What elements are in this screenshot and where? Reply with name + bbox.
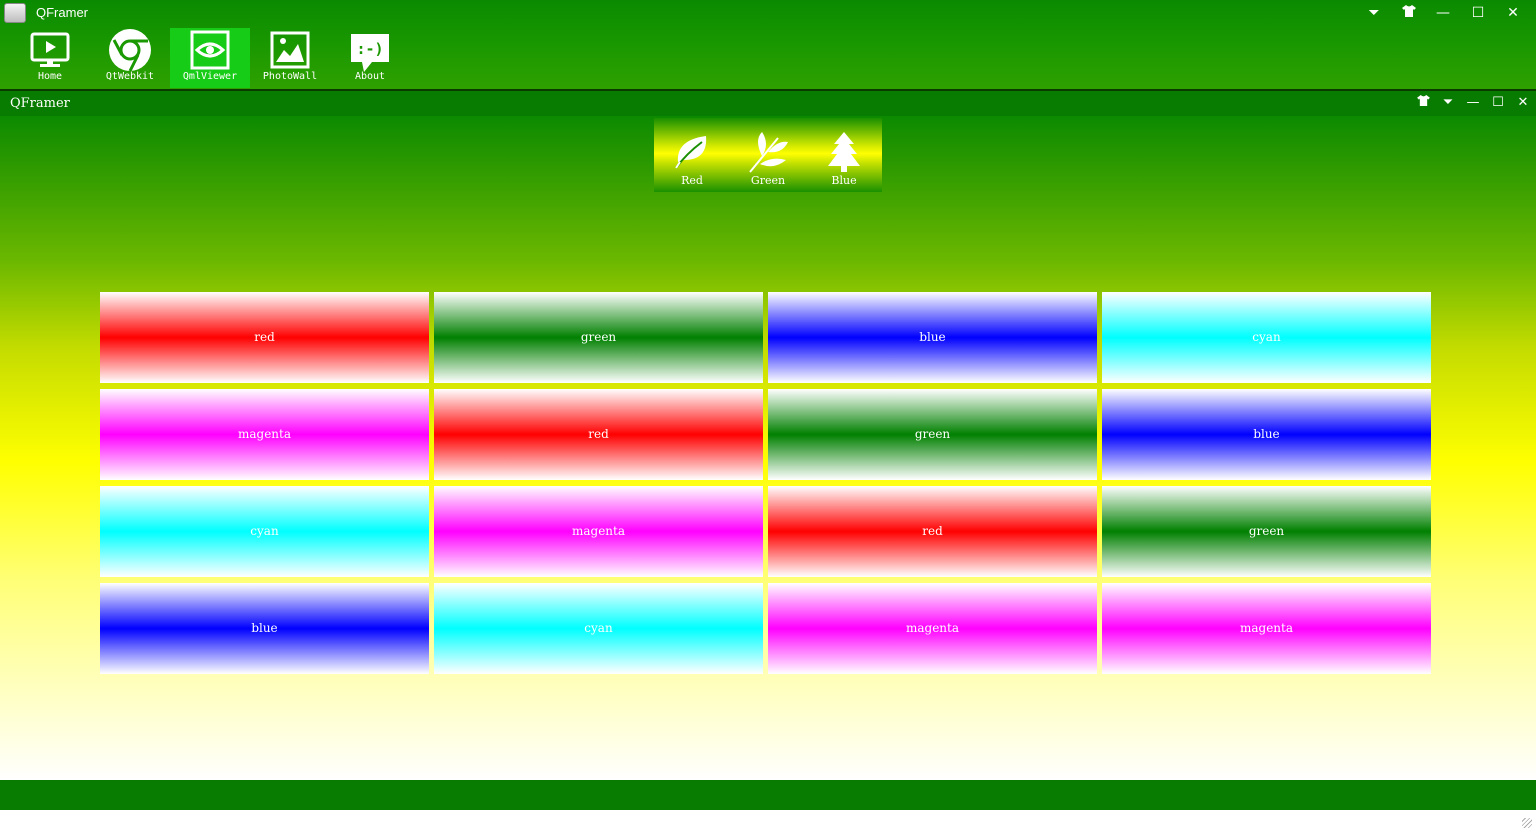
inner-maximize-button[interactable]: ☐: [1488, 93, 1508, 113]
color-cell[interactable]: blue: [100, 583, 429, 674]
color-cell[interactable]: blue: [1102, 389, 1431, 480]
resize-grip-icon[interactable]: [1522, 818, 1532, 828]
color-cell[interactable]: blue: [768, 292, 1097, 383]
nav-label: Home: [37, 71, 63, 82]
tab-label: Blue: [831, 174, 857, 187]
nav-item-qtwebkit[interactable]: QtWebkit: [90, 28, 170, 88]
color-cell[interactable]: red: [434, 389, 763, 480]
nav-item-photowall[interactable]: PhotoWall: [250, 28, 330, 88]
minimize-button[interactable]: —: [1432, 3, 1454, 23]
nav-label: About: [354, 71, 386, 82]
leaf-icon: [675, 136, 707, 169]
color-cell[interactable]: magenta: [100, 389, 429, 480]
menu-dropdown-button[interactable]: ⏷: [1363, 3, 1385, 23]
inner-menu-button[interactable]: ⏷: [1438, 93, 1458, 113]
monitor-play-icon: [30, 32, 70, 67]
color-cell[interactable]: green: [768, 389, 1097, 480]
app-logo-icon: [4, 3, 26, 23]
color-cell[interactable]: magenta: [1102, 583, 1431, 674]
nav-label: QtWebkit: [105, 71, 155, 82]
tab-label: Red: [681, 174, 703, 187]
main-toolbar: QFramer ⏷ — ☐ ✕ Home QtWebkit QmlViewer: [0, 0, 1536, 90]
color-cell[interactable]: cyan: [1102, 292, 1431, 383]
window-title: QFramer: [36, 5, 88, 20]
color-cell[interactable]: cyan: [100, 486, 429, 577]
color-cell[interactable]: red: [100, 292, 429, 383]
color-cell[interactable]: red: [768, 486, 1097, 577]
color-tab-bar: Red Green Blue: [654, 118, 882, 192]
status-bar: [0, 780, 1536, 810]
eye-icon: [190, 30, 230, 70]
tab-green[interactable]: Green: [730, 118, 806, 192]
shirt-icon: [1402, 5, 1416, 17]
shirt-icon: [1416, 95, 1430, 106]
bottom-area: [0, 810, 1536, 832]
browser-globe-icon: [109, 29, 151, 72]
color-cell[interactable]: magenta: [434, 486, 763, 577]
nav-item-about[interactable]: :-) About: [330, 28, 410, 88]
inner-skin-button[interactable]: [1413, 93, 1433, 113]
inner-minimize-button[interactable]: —: [1463, 93, 1483, 113]
tree-icon: [828, 132, 860, 172]
inner-close-button[interactable]: ✕: [1513, 93, 1533, 113]
tab-blue[interactable]: Blue: [806, 118, 882, 192]
svg-text::-): :-): [356, 40, 383, 58]
inner-titlebar: QFramer ⏷ — ☐ ✕: [0, 91, 1536, 116]
nav-item-qmlviewer[interactable]: QmlViewer: [170, 28, 250, 88]
nav-label: PhotoWall: [262, 71, 318, 82]
nav-item-home[interactable]: Home: [10, 28, 90, 88]
color-cell[interactable]: magenta: [768, 583, 1097, 674]
close-button[interactable]: ✕: [1502, 3, 1524, 23]
picture-icon: [270, 31, 310, 69]
color-cell[interactable]: green: [1102, 486, 1431, 577]
maximize-button[interactable]: ☐: [1467, 3, 1489, 23]
inner-title: QFramer: [10, 96, 70, 111]
tab-label: Green: [750, 174, 786, 187]
nav-label: QmlViewer: [182, 71, 238, 82]
skin-button[interactable]: [1398, 3, 1420, 23]
tab-red[interactable]: Red: [654, 118, 730, 192]
color-cell[interactable]: cyan: [434, 583, 763, 674]
branch-leaves-icon: [749, 132, 788, 173]
smiley-speech-icon: :-): [351, 34, 389, 72]
color-cell[interactable]: green: [434, 292, 763, 383]
